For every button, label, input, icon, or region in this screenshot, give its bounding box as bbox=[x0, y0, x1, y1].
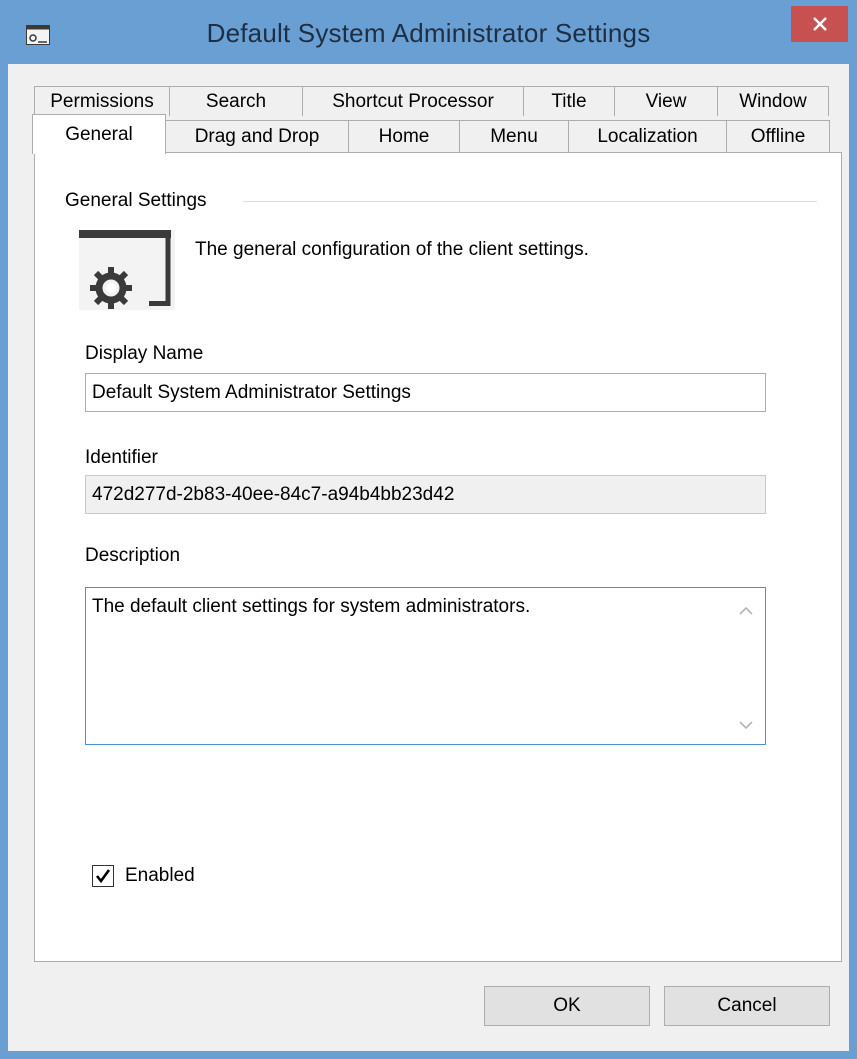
tab-window[interactable]: Window bbox=[717, 86, 829, 116]
general-description: The general configuration of the client … bbox=[195, 239, 589, 260]
group-divider bbox=[243, 201, 817, 202]
chevron-down-icon[interactable] bbox=[737, 718, 755, 732]
tab-menu[interactable]: Menu bbox=[459, 120, 569, 152]
identifier-label: Identifier bbox=[85, 447, 158, 468]
chevron-up-icon[interactable] bbox=[737, 604, 755, 618]
tab-home[interactable]: Home bbox=[348, 120, 460, 152]
tab-offline[interactable]: Offline bbox=[726, 120, 830, 152]
ok-button[interactable]: OK bbox=[484, 986, 650, 1026]
tab-localization[interactable]: Localization bbox=[568, 120, 727, 152]
display-name-field[interactable]: Default System Administrator Settings bbox=[85, 373, 766, 412]
tab-general[interactable]: General bbox=[32, 114, 166, 154]
close-icon bbox=[812, 17, 827, 31]
tab-drag-and-drop[interactable]: Drag and Drop bbox=[165, 120, 349, 152]
dialog-client-area: Permissions Search Shortcut Processor Ti… bbox=[8, 64, 849, 1051]
general-tab-panel: General Settings The general configurati… bbox=[34, 152, 842, 962]
tab-title[interactable]: Title bbox=[523, 86, 615, 116]
tab-search[interactable]: Search bbox=[169, 86, 303, 116]
tab-shortcut-processor[interactable]: Shortcut Processor bbox=[302, 86, 524, 116]
description-field[interactable]: The default client settings for system a… bbox=[85, 587, 766, 745]
window-title: Default System Administrator Settings bbox=[206, 18, 651, 48]
checkmark-icon bbox=[95, 869, 111, 884]
description-field-text: The default client settings for system a… bbox=[92, 596, 531, 617]
tab-view[interactable]: View bbox=[614, 86, 718, 116]
enabled-label[interactable]: Enabled bbox=[125, 865, 195, 887]
settings-dialog: Default System Administrator Settings Pe… bbox=[0, 0, 857, 1059]
settings-window-icon bbox=[79, 230, 175, 310]
enabled-checkbox[interactable] bbox=[92, 865, 114, 887]
title-bar[interactable]: Default System Administrator Settings bbox=[0, 0, 857, 64]
identifier-field[interactable]: 472d277d-2b83-40ee-84c7-a94b4bb23d42 bbox=[85, 475, 766, 514]
display-name-label: Display Name bbox=[85, 343, 204, 364]
close-button[interactable] bbox=[791, 6, 848, 42]
description-label: Description bbox=[85, 545, 181, 566]
group-title: General Settings bbox=[65, 190, 217, 212]
tab-permissions[interactable]: Permissions bbox=[34, 86, 170, 116]
cancel-button[interactable]: Cancel bbox=[664, 986, 830, 1026]
